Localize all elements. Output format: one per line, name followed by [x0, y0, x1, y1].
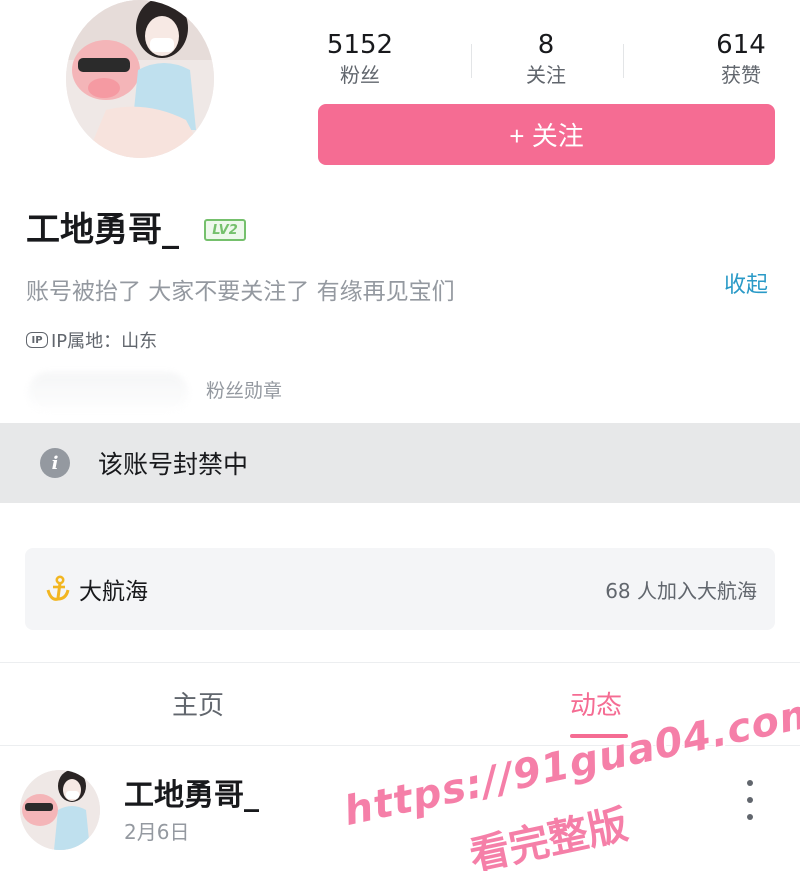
avatar-image — [20, 770, 100, 850]
fleet-title: 大航海 — [79, 579, 148, 605]
stat-divider — [471, 44, 472, 78]
anchor-icon — [46, 575, 70, 601]
dot — [747, 797, 753, 803]
level-badge: LV2 — [204, 219, 246, 241]
likes-label: 获赞 — [721, 63, 761, 87]
fan-medal-placeholder — [28, 372, 188, 414]
stat-divider — [623, 44, 624, 78]
stat-fans[interactable]: 5152 粉丝 — [300, 28, 420, 88]
fans-label: 粉丝 — [340, 63, 380, 87]
tab-home[interactable]: 主页 — [172, 688, 224, 724]
fleet-count: 68 人加入大航海 — [605, 578, 757, 603]
post-author-name[interactable]: 工地勇哥_ — [124, 776, 259, 816]
divider — [0, 745, 800, 746]
ban-text: 该账号封禁中 — [98, 450, 249, 479]
profile-avatar[interactable] — [66, 0, 214, 158]
ip-location-text: IP属地：山东 — [51, 331, 158, 352]
divider — [0, 662, 800, 663]
following-count: 8 — [537, 30, 555, 60]
ban-banner: i 该账号封禁中 — [0, 423, 800, 503]
stat-likes[interactable]: 614 获赞 — [681, 28, 800, 88]
post-date: 2月6日 — [124, 820, 190, 844]
dot — [747, 814, 753, 820]
post-author-avatar[interactable] — [20, 770, 100, 850]
more-options-icon[interactable] — [740, 780, 760, 820]
profile-bio: 账号被抬了 大家不要关注了 有缘再见宝们 — [26, 279, 455, 305]
active-tab-indicator — [570, 734, 628, 738]
follow-button[interactable]: + 关注 — [318, 104, 775, 165]
stat-following[interactable]: 8 关注 — [486, 28, 606, 88]
likes-count: 614 — [716, 30, 766, 60]
fan-medal-label[interactable]: 粉丝勋章 — [206, 376, 282, 403]
collapse-link[interactable]: 收起 — [724, 270, 768, 302]
watermark-subtext: 看完整版 — [465, 801, 632, 871]
avatar-image — [66, 0, 214, 158]
ip-location: IP IP属地：山东 — [26, 326, 157, 354]
tab-dynamic[interactable]: 动态 — [570, 688, 622, 724]
following-label: 关注 — [526, 63, 566, 87]
profile-username: 工地勇哥_ — [26, 210, 179, 250]
info-icon: i — [40, 448, 70, 478]
fleet-card[interactable]: 大航海 68 人加入大航海 — [25, 548, 775, 630]
dot — [747, 780, 753, 786]
ip-icon: IP — [26, 332, 48, 348]
fans-count: 5152 — [326, 30, 394, 60]
